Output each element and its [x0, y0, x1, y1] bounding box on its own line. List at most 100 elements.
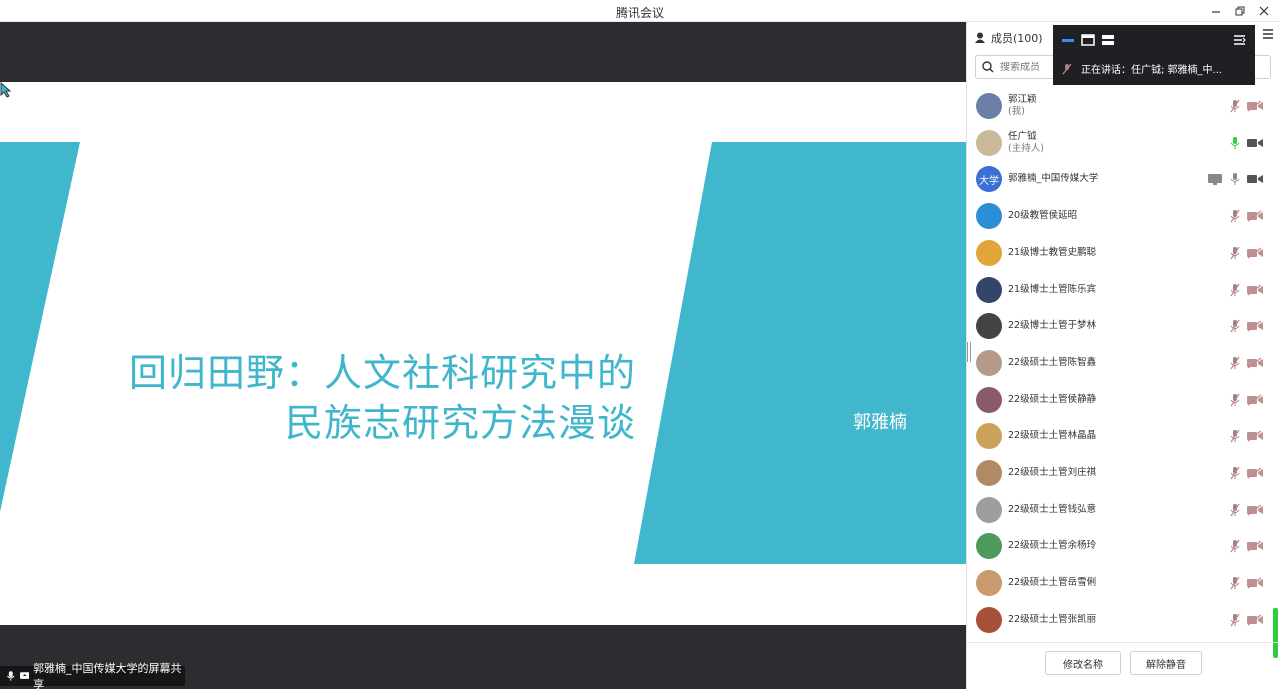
slide-title-line1: 回归田野：人文社科研究中的: [128, 351, 636, 395]
camera-off-icon[interactable]: [1247, 210, 1263, 222]
member-avatar: [976, 349, 1002, 376]
camera-off-icon[interactable]: [1247, 467, 1263, 479]
member-row[interactable]: 22级博士土管于梦林: [967, 308, 1273, 344]
slide-title: 回归田野：人文社科研究中的 民族志研究方法漫谈: [129, 348, 636, 448]
restore-icon: [1235, 6, 1245, 16]
member-name: 22级硕士土管侯静静: [1008, 393, 1097, 405]
member-avatar: [976, 423, 1002, 450]
member-row[interactable]: 郭江颖 (我): [967, 88, 1273, 124]
muted-mic-icon[interactable]: [1229, 429, 1241, 443]
floating-toolbar-controls: [1053, 25, 1255, 55]
member-row[interactable]: 大学 郭雅楠_中国传媒大学: [967, 161, 1273, 197]
slide-left-shape: [0, 142, 80, 512]
member-row[interactable]: 22级硕士土管钱弘意: [967, 492, 1273, 528]
speaking-text: 正在讲话：任广钺; 郭雅楠_中...: [1081, 65, 1223, 76]
members-list: 郭江颖 (我) 任广钺 (主持人) 大学 郭雅楠_中国传媒大学 20级教管侯延昭 21级博士教…: [967, 88, 1273, 636]
muted-mic-icon[interactable]: [1229, 393, 1241, 407]
search-icon: [982, 61, 994, 73]
list-view-icon[interactable]: [1101, 33, 1115, 47]
member-row[interactable]: 21级博士土管陈乐宾: [967, 272, 1273, 308]
camera-off-icon[interactable]: [1247, 504, 1263, 516]
member-name-block: 22级硕士土管余杨玲: [1008, 540, 1096, 552]
camera-off-icon[interactable]: [1247, 540, 1263, 552]
member-name: 22级硕士土管岳雪俐: [1008, 577, 1097, 589]
camera-off-icon[interactable]: [1247, 357, 1263, 369]
member-name-block: 22级硕士土管张凯丽: [1008, 614, 1096, 626]
camera-icon[interactable]: [1247, 137, 1263, 149]
member-name: 21级博士教管史鹏聪: [1008, 246, 1097, 258]
camera-off-icon[interactable]: [1247, 614, 1263, 626]
collapse-panel-icon[interactable]: [1233, 33, 1247, 47]
muted-mic-icon[interactable]: [1229, 319, 1241, 333]
muted-mic-icon[interactable]: [1229, 466, 1241, 480]
mouse-cursor-icon: [0, 82, 12, 98]
rename-button[interactable]: 修改名称: [1045, 651, 1121, 675]
member-name-block: 22级硕士土管林晶晶: [1008, 430, 1096, 442]
member-name: 22级硕士土管陈智鑫: [1008, 356, 1097, 368]
muted-mic-icon[interactable]: [1229, 356, 1241, 370]
member-name-block: 22级硕士土管陈智鑫: [1008, 357, 1096, 369]
member-name: 郭江颖: [1008, 94, 1037, 105]
panel-footer: 修改名称 解除静音: [967, 642, 1280, 689]
minimize-button[interactable]: [1204, 0, 1228, 22]
member-row[interactable]: 22级硕士土管张凯丽: [967, 602, 1273, 636]
member-avatar: [976, 276, 1002, 303]
muted-mic-icon[interactable]: [1229, 246, 1241, 260]
window-view-icon[interactable]: [1081, 33, 1095, 47]
member-name-block: 郭雅楠_中国传媒大学: [1008, 173, 1098, 185]
member-name-block: 22级硕士土管钱弘意: [1008, 504, 1096, 516]
camera-off-icon[interactable]: [1247, 284, 1263, 296]
muted-mic-icon[interactable]: [1229, 613, 1241, 627]
slide-title-line2: 民族志研究方法漫谈: [284, 401, 636, 445]
members-panel: 成员(100) 郭江颖(我) 任广钺(主持人) 大学郭雅楠_中国传媒大学 20级教管侯…: [966, 22, 1280, 689]
member-avatar: [976, 496, 1002, 523]
muted-mic-icon[interactable]: [1229, 539, 1241, 553]
member-name-block: 21级博士土管陈乐宾: [1008, 284, 1096, 296]
member-avatar: [976, 606, 1002, 633]
member-row[interactable]: 20级教管侯延昭: [967, 198, 1273, 234]
minimize-icon: [1212, 11, 1220, 13]
member-name: 22级博士土管于梦林: [1008, 320, 1097, 332]
muted-mic-icon[interactable]: [1229, 209, 1241, 223]
member-row[interactable]: 任广钺 (主持人): [967, 125, 1273, 161]
camera-off-icon[interactable]: [1247, 320, 1263, 332]
microphone-icon[interactable]: [1229, 172, 1241, 186]
close-button[interactable]: [1252, 0, 1276, 22]
muted-mic-icon[interactable]: [1229, 503, 1241, 517]
member-avatar: [976, 386, 1002, 413]
unmute-button[interactable]: 解除静音: [1130, 651, 1202, 675]
restore-button[interactable]: [1228, 0, 1252, 22]
minimize-view-icon[interactable]: [1061, 33, 1075, 47]
member-name: 22级硕士土管林晶晶: [1008, 430, 1097, 442]
muted-mic-icon[interactable]: [1229, 576, 1241, 590]
panel-resize-handle[interactable]: [967, 342, 971, 362]
panel-menu-button[interactable]: [1262, 28, 1274, 44]
member-row[interactable]: 22级硕士土管陈智鑫: [967, 345, 1273, 381]
members-count: 成员(100): [991, 32, 1043, 45]
camera-off-icon[interactable]: [1247, 394, 1263, 406]
member-name: 任广钺: [1008, 130, 1037, 142]
user-icon: [975, 32, 985, 43]
member-avatar: 大学: [976, 166, 1002, 193]
muted-mic-icon[interactable]: [1229, 99, 1241, 113]
microphone-icon[interactable]: [1229, 136, 1241, 150]
camera-off-icon[interactable]: [1247, 247, 1263, 259]
member-role: (主持人): [1008, 142, 1044, 154]
camera-icon[interactable]: [1247, 173, 1263, 185]
member-row[interactable]: 22级硕士土管侯静静: [967, 382, 1273, 418]
camera-off-icon[interactable]: [1247, 577, 1263, 589]
member-name: 22级硕士土管余杨玲: [1008, 540, 1097, 552]
member-row[interactable]: 22级硕士土管余杨玲: [967, 528, 1273, 564]
member-row[interactable]: 22级硕士土管岳雪俐: [967, 565, 1273, 601]
member-row[interactable]: 22级硕士土管林晶晶: [967, 418, 1273, 454]
member-row[interactable]: 21级博士教管史鹏聪: [967, 235, 1273, 271]
member-avatar: [976, 313, 1002, 340]
screen-share-label: 郭雅楠_中国传媒大学的屏幕共享: [33, 662, 182, 691]
member-name: 21级博士土管陈乐宾: [1008, 283, 1097, 295]
camera-off-icon[interactable]: [1247, 100, 1263, 112]
member-row[interactable]: 22级硕士土管刘庄祺: [967, 455, 1273, 491]
muted-mic-icon[interactable]: [1229, 283, 1241, 297]
member-avatar: [976, 129, 1002, 156]
camera-off-icon[interactable]: [1247, 430, 1263, 442]
member-name-block: 任广钺 (主持人): [1008, 131, 1044, 155]
